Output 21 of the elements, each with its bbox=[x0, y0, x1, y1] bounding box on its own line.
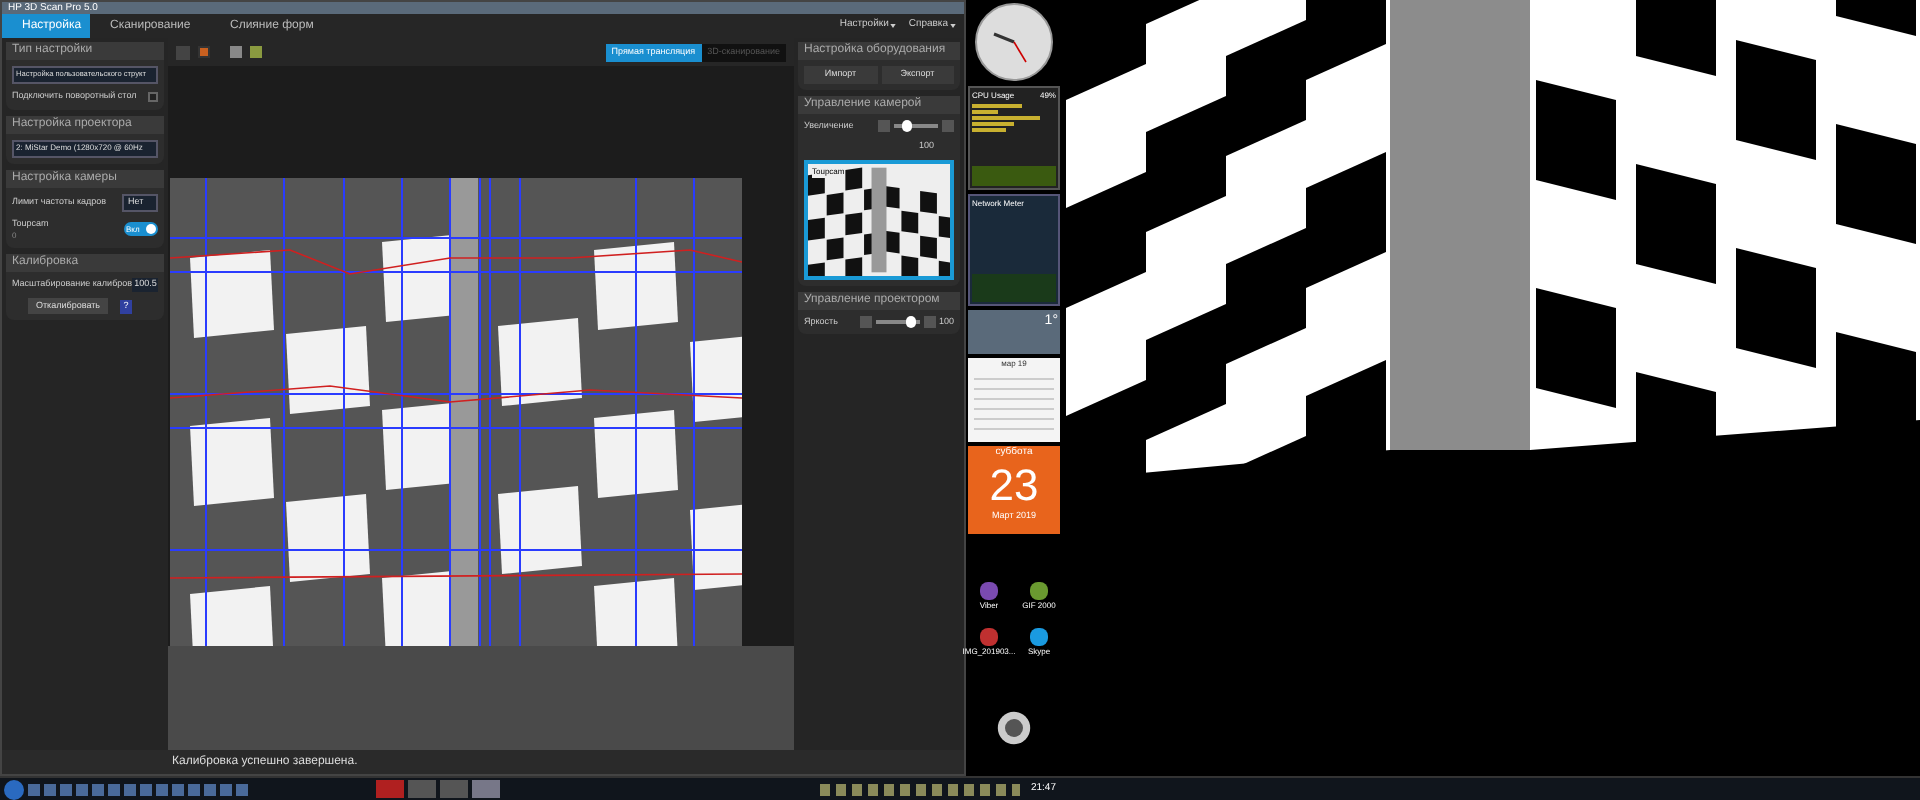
plus-button[interactable] bbox=[924, 315, 937, 328]
minus-button[interactable] bbox=[878, 120, 890, 133]
app-icon bbox=[980, 628, 998, 646]
caret-icon bbox=[890, 24, 897, 28]
plus-button[interactable] bbox=[942, 120, 954, 133]
slider-thumb[interactable] bbox=[901, 120, 911, 133]
thumbnail-checker-drawing bbox=[808, 163, 950, 275]
app-icon bbox=[980, 582, 998, 600]
app-icon bbox=[1030, 582, 1048, 600]
day-number: 23 bbox=[989, 461, 1039, 509]
cpu-graph bbox=[972, 166, 1056, 186]
caret-icon bbox=[950, 24, 956, 28]
eight-ball-icon bbox=[996, 710, 1032, 746]
network-graph bbox=[972, 274, 1056, 302]
minus-button[interactable] bbox=[860, 315, 873, 328]
app-icon bbox=[1030, 628, 1048, 646]
slider-track[interactable] bbox=[894, 124, 938, 129]
turntable-checkbox[interactable] bbox=[148, 91, 158, 102]
start-button[interactable] bbox=[4, 779, 24, 799]
slider-thumb[interactable] bbox=[905, 315, 916, 328]
clock-icon bbox=[974, 2, 1054, 82]
